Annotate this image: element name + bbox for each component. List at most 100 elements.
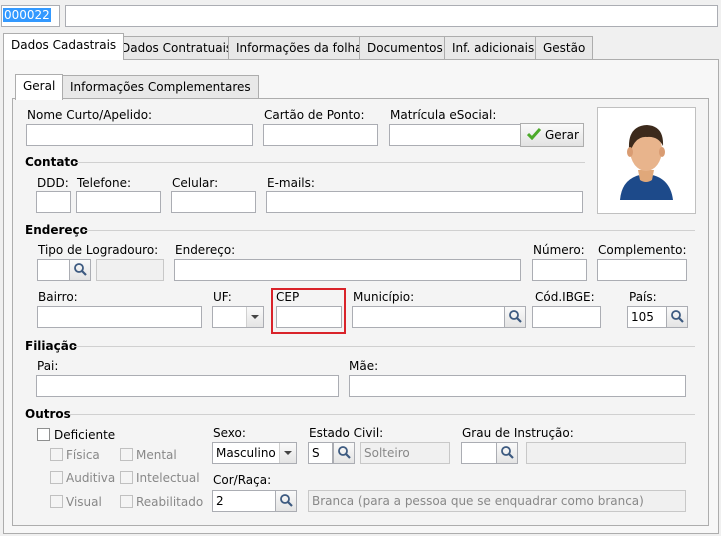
endereco-label: Endereço: bbox=[175, 243, 236, 257]
estado-civil-label: Estado Civil: bbox=[309, 426, 384, 440]
contato-divider bbox=[76, 162, 585, 163]
tab-dados-cadastrais[interactable]: Dados Cadastrais bbox=[3, 33, 125, 60]
auditiva-checkbox[interactable] bbox=[50, 471, 63, 484]
name-input[interactable] bbox=[65, 5, 718, 27]
reabilitado-checkbox[interactable] bbox=[120, 495, 133, 508]
cod-ibge-input[interactable] bbox=[532, 306, 601, 328]
subtab-informacoes-complementares[interactable]: Informações Complementares bbox=[62, 75, 259, 99]
code-value: 000022 bbox=[3, 8, 51, 22]
subtab-geral[interactable]: Geral bbox=[15, 74, 64, 100]
search-icon bbox=[337, 445, 351, 462]
numero-input[interactable] bbox=[532, 259, 587, 281]
check-icon bbox=[526, 127, 542, 143]
tipo-logradouro-desc bbox=[96, 259, 164, 281]
search-icon bbox=[279, 493, 293, 510]
gerar-button-label: Gerar bbox=[545, 128, 579, 142]
deficiente-label: Deficiente bbox=[54, 428, 116, 442]
search-icon bbox=[500, 445, 514, 462]
endereco-input[interactable] bbox=[174, 259, 521, 281]
telefone-input[interactable] bbox=[76, 191, 161, 213]
mental-checkbox[interactable] bbox=[120, 448, 133, 461]
cartao-ponto-input[interactable] bbox=[263, 124, 378, 146]
intelectual-checkbox[interactable] bbox=[120, 471, 133, 484]
uf-label: UF: bbox=[213, 290, 232, 304]
municipio-label: Município: bbox=[353, 290, 415, 304]
cod-ibge-label: Cód.IBGE: bbox=[535, 290, 595, 304]
visual-label: Visual bbox=[66, 495, 102, 509]
reabilitado-label: Reabilitado bbox=[136, 495, 204, 509]
sexo-label: Sexo: bbox=[213, 426, 246, 440]
matricula-label: Matrícula eSocial: bbox=[390, 108, 497, 122]
cep-input[interactable] bbox=[276, 306, 342, 328]
estado-civil-search-button[interactable] bbox=[333, 442, 355, 464]
grau-instrucao-label: Grau de Instrução: bbox=[462, 426, 574, 440]
pais-input[interactable]: 105 bbox=[627, 306, 667, 328]
cep-label: CEP bbox=[276, 290, 300, 304]
mental-label: Mental bbox=[136, 448, 177, 462]
sexo-select[interactable]: Masculino bbox=[212, 442, 297, 464]
tab-dados-contratuais[interactable]: Dados Contratuais bbox=[113, 36, 241, 60]
ddd-label: DDD: bbox=[37, 176, 69, 190]
pai-label: Pai: bbox=[37, 359, 59, 373]
tipo-logradouro-search-button[interactable] bbox=[69, 259, 91, 281]
mae-label: Mãe: bbox=[349, 359, 379, 373]
tab-inf-adicionais[interactable]: Inf. adicionais bbox=[444, 36, 543, 60]
municipio-input[interactable] bbox=[352, 306, 505, 328]
complemento-label: Complemento: bbox=[598, 243, 687, 257]
complemento-input[interactable] bbox=[597, 259, 687, 281]
search-icon bbox=[508, 309, 522, 326]
outros-title: Outros bbox=[25, 407, 71, 421]
gerar-button[interactable]: Gerar bbox=[520, 123, 584, 147]
search-icon bbox=[670, 309, 684, 326]
contato-title: Contato bbox=[25, 155, 79, 169]
endereco-divider bbox=[83, 230, 695, 231]
filiacao-title: Filiação bbox=[25, 339, 78, 353]
estado-civil-code-input[interactable]: S bbox=[308, 442, 333, 464]
emails-label: E-mails: bbox=[267, 176, 315, 190]
deficiente-checkbox[interactable] bbox=[37, 428, 50, 441]
tipo-logradouro-input[interactable] bbox=[37, 259, 70, 281]
chevron-down-icon bbox=[246, 307, 263, 327]
cor-raca-code-input[interactable]: 2 bbox=[212, 490, 276, 512]
bairro-label: Bairro: bbox=[38, 290, 78, 304]
grau-instrucao-search-button[interactable] bbox=[496, 442, 518, 464]
pai-input[interactable] bbox=[36, 375, 339, 397]
emails-input[interactable] bbox=[266, 191, 583, 213]
numero-label: Número: bbox=[533, 243, 585, 257]
intelectual-label: Intelectual bbox=[136, 471, 200, 485]
filiacao-divider bbox=[72, 346, 695, 347]
auditiva-label: Auditiva bbox=[66, 471, 116, 485]
telefone-label: Telefone: bbox=[77, 176, 131, 190]
tipo-logradouro-label: Tipo de Logradouro: bbox=[38, 243, 159, 257]
tab-gestao[interactable]: Gestão bbox=[535, 36, 594, 60]
nome-curto-input[interactable] bbox=[26, 124, 253, 146]
cor-raca-search-button[interactable] bbox=[275, 490, 297, 512]
cor-raca-label: Cor/Raça: bbox=[213, 473, 272, 487]
grau-instrucao-desc bbox=[526, 442, 686, 464]
pais-search-button[interactable] bbox=[666, 306, 688, 328]
bairro-input[interactable] bbox=[37, 306, 202, 328]
tab-documentos[interactable]: Documentos bbox=[359, 36, 451, 60]
grau-instrucao-code-input[interactable] bbox=[461, 442, 497, 464]
visual-checkbox[interactable] bbox=[50, 495, 63, 508]
pais-label: País: bbox=[629, 290, 657, 304]
search-icon bbox=[73, 262, 87, 279]
estado-civil-desc: Solteiro bbox=[360, 442, 450, 464]
mae-input[interactable] bbox=[349, 375, 686, 397]
cor-raca-desc: Branca (para a pessoa que se enquadrar c… bbox=[308, 490, 686, 512]
uf-select[interactable] bbox=[212, 306, 264, 328]
endereco-title: Endereço bbox=[25, 223, 88, 237]
ddd-input[interactable] bbox=[36, 191, 71, 213]
cartao-ponto-label: Cartão de Ponto: bbox=[264, 108, 365, 122]
municipio-search-button[interactable] bbox=[504, 306, 526, 328]
code-input[interactable]: 000022 bbox=[1, 5, 60, 27]
sexo-value: Masculino bbox=[216, 446, 276, 460]
fisica-label: Física bbox=[66, 448, 100, 462]
fisica-checkbox[interactable] bbox=[50, 448, 63, 461]
tab-informacoes-folha[interactable]: Informações da folha bbox=[228, 36, 371, 60]
matricula-input[interactable] bbox=[389, 124, 521, 146]
photo-frame[interactable] bbox=[597, 107, 696, 214]
celular-input[interactable] bbox=[171, 191, 256, 213]
nome-curto-label: Nome Curto/Apelido: bbox=[27, 108, 153, 122]
user-avatar-icon bbox=[598, 125, 695, 216]
